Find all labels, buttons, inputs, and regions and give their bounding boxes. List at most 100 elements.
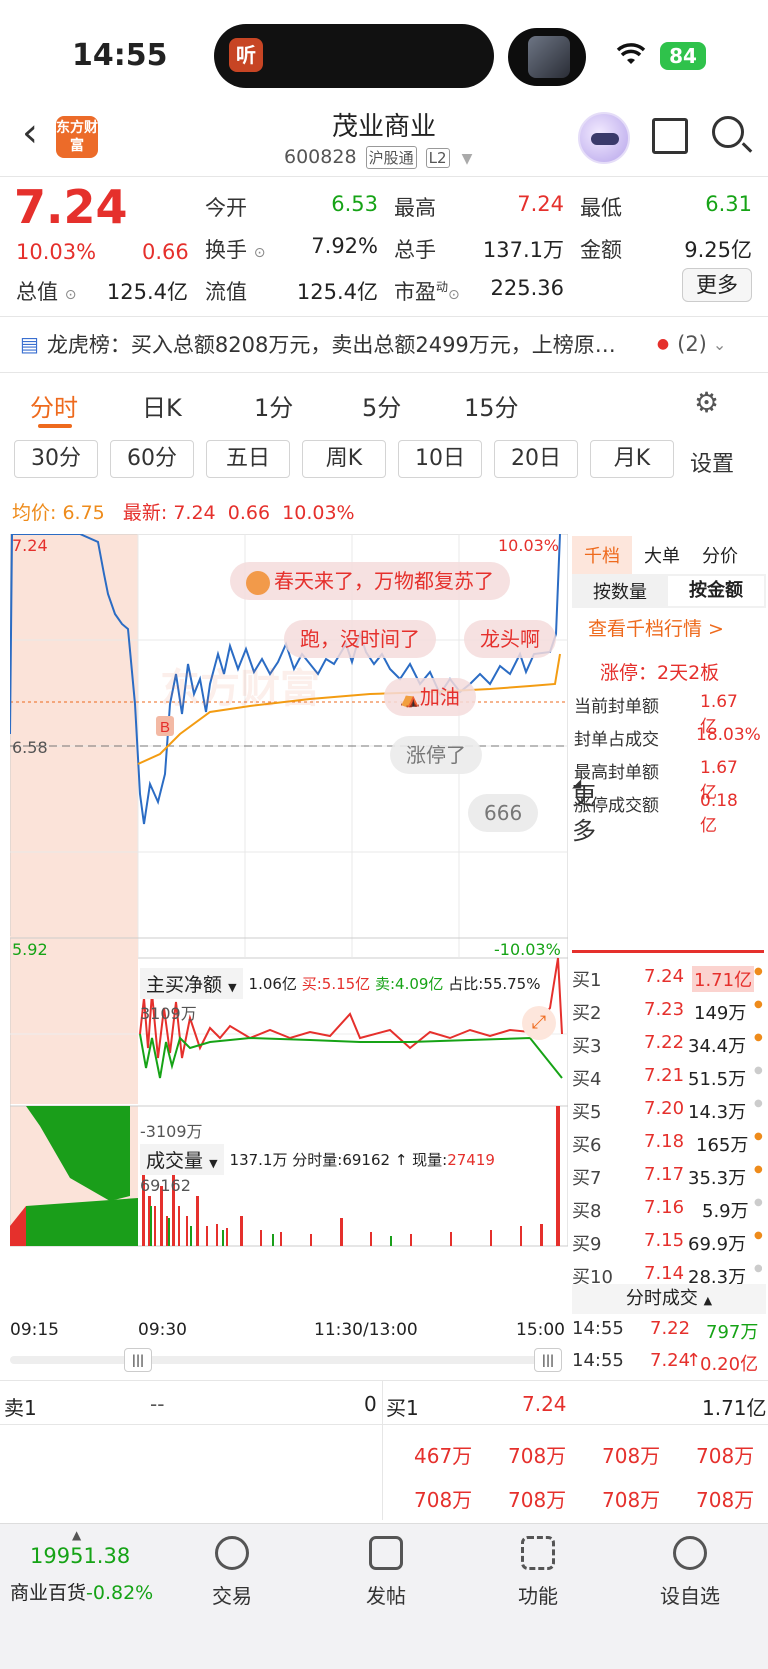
side-tab-bigorder[interactable]: 大单 [632,536,692,574]
info-icon: ⊙ [64,287,77,303]
change-pct: 10.03% [16,240,97,264]
float-label: 流值 [205,280,247,304]
subtab-5day[interactable]: 五日 [206,440,290,478]
more-button[interactable]: 更多 [682,268,752,302]
status-time: 14:55 [72,38,168,73]
volume-bars [142,1106,560,1246]
tick-row: 14:55 7.24 ↑ 0.20亿 [572,1350,759,1375]
orderbook-row: 买4 7.21 51.5万 ● [572,1065,763,1090]
subtab-by-amount[interactable]: 按金额 [668,576,764,606]
expand-icon[interactable]: ⤢ [522,1006,556,1040]
high-value: 7.24 [517,192,564,216]
subtab-20day[interactable]: 20日 [494,440,578,478]
orderbook-row: 买2 7.23 149万 ● [572,999,763,1024]
time-label-930: 09:30 [138,1320,187,1340]
buy-marker-text: B [160,719,170,736]
time-label-close: 15:00 [516,1320,565,1340]
netflow-bot: -3109万 [140,1122,203,1141]
volume-value: 137.1万 [482,238,564,262]
stock-code-row[interactable]: 600828 沪股通 L2 ▼ [284,146,472,169]
mcap-value: 125.4亿 [106,280,188,304]
queue-item: 708万 [696,1488,755,1512]
queue-item: 467万 [414,1444,473,1468]
red-dot-icon: ● [656,336,670,352]
comment-bubble[interactable]: 666 [468,794,539,832]
ai-assistant-button[interactable] [578,112,630,164]
tab-daily-k[interactable]: 日K [142,388,182,423]
level1-buy-label: 买1 [386,1396,419,1420]
orderbook-row: 买7 7.17 35.3万 ● [572,1164,763,1189]
nav-features[interactable]: 功能 [478,1536,598,1609]
search-icon[interactable] [712,116,744,148]
edit-icon [369,1536,403,1570]
subtab-30min[interactable]: 30分 [14,440,98,478]
range-handle-right[interactable]: ||| [534,1348,562,1372]
subtab-10day[interactable]: 10日 [398,440,482,478]
side-tab-price[interactable]: 分价 [692,536,748,574]
lhb-count: (2) [677,332,707,356]
tab-1min[interactable]: 1分 [254,388,293,423]
subtab-weekly[interactable]: 周K [302,440,386,478]
side-tab-1000[interactable]: 千档 [572,536,632,574]
range-scrollbar[interactable] [10,1356,560,1364]
trade-icon [215,1536,249,1570]
tab-5min[interactable]: 5分 [362,388,401,423]
avatar [246,570,270,595]
orderbook-row: 买5 7.20 14.3万 ● [572,1098,763,1123]
volume-selector[interactable]: 成交量 ▼ [140,1144,224,1175]
chart-bot-pct: -10.03% [494,940,561,959]
mcap-label: 总值 ⊙ [16,280,77,304]
netflow-top: 3109万 [140,1004,197,1023]
netflow-header: 主买净额 ▼ 1.06亿 买: 5.15亿 卖: 4.09亿 占比: 55.75% [140,968,540,999]
side-tabs: 千档 大单 分价 [572,536,766,574]
active-tab-indicator [38,424,72,428]
seal-row: 封单占成交 18.03% [574,725,761,750]
chart-bot-price: 5.92 [12,940,48,959]
orderbook-row: 买8 7.16 5.9万 ● [572,1197,763,1222]
orderbook-row: 买3 7.22 34.4万 ● [572,1032,763,1057]
subtab-60min[interactable]: 60分 [110,440,194,478]
nav-post[interactable]: 发帖 [326,1536,446,1609]
open-value: 6.53 [331,192,378,216]
dragon-tiger-banner[interactable]: ▤ 龙虎榜： 买入总额8208万元，卖出总额2499万元，上榜原… ● (2) … [0,316,768,372]
orderbook-row: 买10 7.14 28.3万 ● [572,1263,762,1285]
comment-bubble[interactable]: 跑，没时间了 [284,620,436,658]
comment-bubble[interactable]: ⛺加油 [384,678,476,716]
limit-up-streak: 涨停：2天2板 [600,662,720,684]
lhb-label: 龙虎榜： [46,333,131,357]
range-handle-left[interactable]: ||| [124,1348,152,1372]
queue-item: 708万 [414,1488,473,1512]
tick-row: 14:55 7.22 797万 [572,1318,759,1343]
level1-sell-price: -- [150,1392,165,1416]
high-label: 最高 [394,196,436,220]
chevron-down-icon: ⌄ [712,334,727,354]
comment-bubble[interactable]: 涨停了 [390,736,482,774]
nav-add-watchlist[interactable]: 设自选 [630,1536,750,1609]
level1-sell-vol: 0 [364,1392,377,1416]
view-orderbook-link[interactable]: 查看千档行情 > [588,614,724,641]
side-subtabs: 按数量 按金额 [572,574,766,608]
lhb-text: 买入总额8208万元，卖出总额2499万元，上榜原… [130,333,616,357]
index-value[interactable]: 19951.38 [30,1544,130,1568]
subtab-monthly[interactable]: 月K [590,440,674,478]
open-label: 今开 [205,196,247,220]
nav-trade[interactable]: 交易 [172,1536,292,1609]
orderbook-row: 买1 7.24 1.71亿 ● [572,966,763,992]
level-tag: L2 [425,148,450,168]
index-row[interactable]: 商业百货-0.82% [10,1578,153,1605]
seal-row: 涨停成交额 0.18亿 [574,791,738,836]
share-icon[interactable] [652,118,688,154]
netflow-selector[interactable]: 主买净额 ▼ [140,968,243,999]
rocket-icon: ⛺ [400,689,420,708]
subtab-settings[interactable]: 设置 [690,446,734,478]
comment-bubble[interactable]: 春天来了，万物都复苏了 [230,562,510,600]
stock-code: 600828 [284,146,357,168]
amount-value: 9.25亿 [684,238,752,262]
ticks-title[interactable]: 分时成交 ▲ [572,1284,766,1314]
settings-gear-icon[interactable]: ⚙ [694,386,719,419]
tab-15min[interactable]: 15分 [464,388,519,423]
comment-bubble[interactable]: 龙头啊 [464,620,556,658]
tab-intraday[interactable]: 分时 [30,388,78,423]
volume-panel [10,1105,568,1247]
subtab-by-qty[interactable]: 按数量 [572,578,668,604]
